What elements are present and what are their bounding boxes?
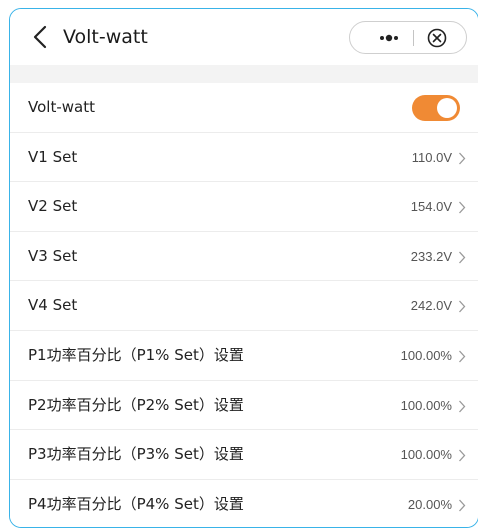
setting-value: 242.0V	[410, 298, 452, 314]
page-title: Volt-watt	[63, 26, 148, 48]
close-circle-icon[interactable]	[426, 27, 448, 49]
volt-watt-toggle[interactable]	[412, 95, 460, 121]
chevron-right-icon	[459, 350, 466, 363]
setting-label: P2功率百分比（P2% Set）设置	[28, 395, 244, 414]
setting-row-p1[interactable]: P1功率百分比（P1% Set）设置 100.00%	[10, 330, 478, 381]
setting-label: V1 Set	[28, 147, 78, 166]
setting-label: V2 Set	[28, 197, 78, 216]
setting-label: V4 Set	[28, 296, 78, 315]
toggle-row-label: Volt-watt	[28, 98, 95, 116]
chevron-right-icon	[459, 300, 466, 313]
back-chevron-icon[interactable]	[30, 25, 52, 49]
chevron-right-icon	[459, 499, 466, 512]
toggle-knob	[437, 98, 457, 118]
setting-value: 100.00%	[400, 447, 452, 463]
setting-label: V3 Set	[28, 246, 78, 265]
more-dots-icon[interactable]	[362, 22, 414, 53]
header-separator-band	[10, 65, 478, 83]
chevron-right-icon	[459, 449, 466, 462]
settings-list: Volt-watt V1 Set 110.0V V2 Set 154.0V V3…	[10, 83, 478, 527]
chevron-right-icon	[459, 400, 466, 412]
setting-value: 110.0V	[411, 149, 452, 165]
chevron-right-icon	[459, 251, 466, 264]
volt-watt-toggle-row: Volt-watt	[10, 83, 478, 133]
capsule-divider	[413, 30, 414, 46]
nav-bar: Volt-watt	[10, 9, 478, 65]
setting-row-p3[interactable]: P3功率百分比（P3% Set）设置 100.00%	[10, 430, 478, 480]
setting-label: P1功率百分比（P1% Set）设置	[28, 345, 244, 364]
setting-row-v3[interactable]: V3 Set 233.2V	[10, 231, 478, 282]
setting-row-v2[interactable]: V2 Set 154.0V	[10, 182, 478, 232]
setting-value: 100.00%	[400, 347, 452, 363]
setting-value: 233.2V	[410, 248, 452, 264]
chevron-right-icon	[459, 152, 466, 165]
setting-row-p2[interactable]: P2功率百分比（P2% Set）设置 100.00%	[10, 380, 478, 431]
setting-label: P3功率百分比（P3% Set）设置	[28, 445, 244, 464]
setting-value: 154.0V	[410, 199, 452, 215]
mini-program-capsule	[349, 21, 467, 54]
setting-row-v4[interactable]: V4 Set 242.0V	[10, 281, 478, 331]
setting-value: 100.00%	[400, 397, 452, 413]
setting-row-v1[interactable]: V1 Set 110.0V	[10, 132, 478, 183]
chevron-right-icon	[459, 201, 466, 214]
app-frame: Volt-watt Volt-watt V1 Set 110.0V V2 Set…	[9, 8, 478, 528]
